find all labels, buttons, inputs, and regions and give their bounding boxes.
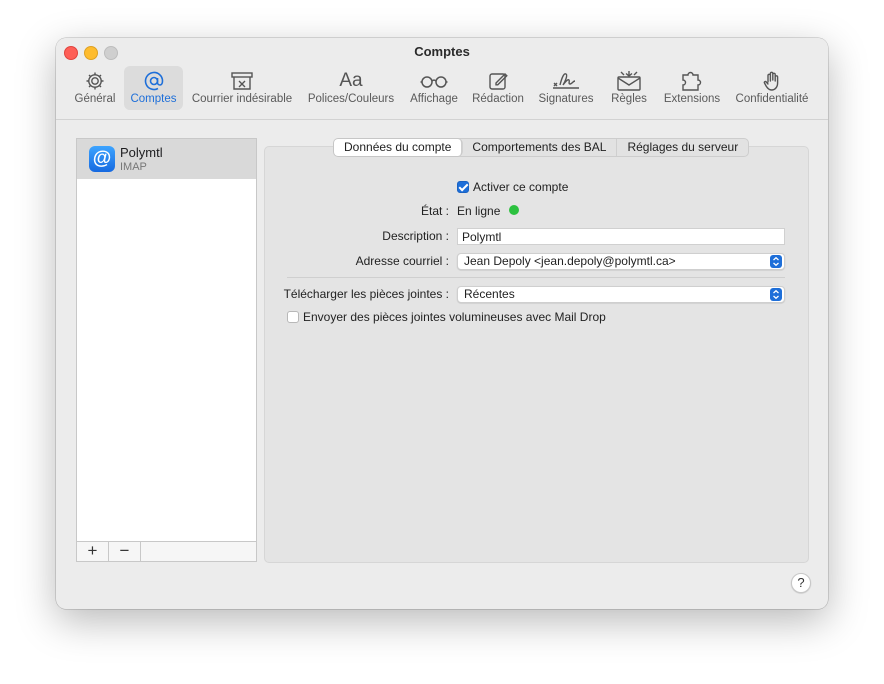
email-select[interactable]: Jean Depoly <jean.depoly@polymtl.ca> bbox=[457, 253, 785, 270]
tab-account-info[interactable]: Données du compte bbox=[334, 139, 463, 156]
font-icon: Aa bbox=[339, 70, 363, 91]
account-tabs: Données du compte Comportements des BAL … bbox=[333, 138, 750, 157]
chevron-updown-icon bbox=[770, 255, 782, 268]
accounts-list: @ Polymtl IMAP bbox=[76, 138, 257, 543]
help-button[interactable]: ? bbox=[791, 573, 811, 593]
toolbar-signatures[interactable]: Signatures bbox=[534, 66, 598, 110]
toolbar-compose[interactable]: Rédaction bbox=[469, 66, 527, 110]
window-title: Comptes bbox=[414, 44, 470, 59]
online-status-dot bbox=[509, 205, 519, 215]
enable-account-label: Activer ce compte bbox=[473, 180, 569, 194]
add-account-button[interactable]: + bbox=[77, 542, 109, 561]
account-item-polymtl[interactable]: @ Polymtl IMAP bbox=[77, 139, 256, 179]
description-label: Description : bbox=[382, 229, 449, 243]
titlebar: Comptes Général Comptes Courrier indésir… bbox=[56, 38, 828, 120]
form-separator bbox=[287, 277, 785, 278]
glasses-icon bbox=[406, 70, 462, 92]
mail-drop-label: Envoyer des pièces jointes volumineuses … bbox=[303, 310, 606, 324]
at-sign-icon: @ bbox=[89, 146, 115, 172]
remove-account-button[interactable]: − bbox=[109, 542, 141, 561]
hand-icon bbox=[732, 70, 812, 92]
toolbar-accounts[interactable]: Comptes bbox=[124, 66, 183, 110]
toolbar-rules[interactable]: Règles bbox=[606, 66, 652, 110]
download-attachments-label: Télécharger les pièces jointes : bbox=[283, 287, 449, 301]
rules-envelope-icon bbox=[606, 70, 652, 92]
enable-account-checkbox[interactable] bbox=[457, 181, 469, 193]
toolbar-extensions[interactable]: Extensions bbox=[660, 66, 724, 110]
email-select-value: Jean Depoly <jean.depoly@polymtl.ca> bbox=[464, 254, 676, 268]
at-sign-icon bbox=[124, 70, 183, 92]
download-attachments-value: Récentes bbox=[464, 287, 515, 301]
toolbar-privacy[interactable]: Confidentialité bbox=[732, 66, 812, 110]
state-value: En ligne bbox=[457, 204, 501, 218]
toolbar-general[interactable]: Général bbox=[70, 66, 120, 110]
preferences-window: Comptes Général Comptes Courrier indésir… bbox=[56, 38, 828, 609]
junk-tray-icon bbox=[188, 70, 296, 92]
account-details-panel bbox=[264, 146, 809, 563]
account-name: Polymtl bbox=[120, 145, 163, 160]
accounts-list-controls: + − bbox=[76, 541, 257, 562]
compose-icon bbox=[469, 70, 527, 92]
tab-server-settings[interactable]: Réglages du serveur bbox=[617, 139, 748, 156]
tab-mailbox-behaviors[interactable]: Comportements des BAL bbox=[462, 139, 618, 156]
gear-icon bbox=[70, 70, 120, 92]
chevron-updown-icon bbox=[770, 288, 782, 301]
account-type: IMAP bbox=[120, 161, 147, 173]
signature-icon bbox=[534, 70, 598, 92]
toolbar-junk[interactable]: Courrier indésirable bbox=[188, 66, 296, 110]
email-label: Adresse courriel : bbox=[355, 254, 449, 268]
mail-drop-checkbox[interactable] bbox=[287, 311, 299, 323]
puzzle-icon bbox=[660, 70, 724, 92]
description-input[interactable]: Polymtl bbox=[457, 228, 785, 245]
download-attachments-select[interactable]: Récentes bbox=[457, 286, 785, 303]
toolbar-fonts-colors[interactable]: Aa Polices/Couleurs bbox=[306, 66, 396, 110]
state-label: État : bbox=[420, 204, 449, 218]
toolbar-display[interactable]: Affichage bbox=[406, 66, 462, 110]
